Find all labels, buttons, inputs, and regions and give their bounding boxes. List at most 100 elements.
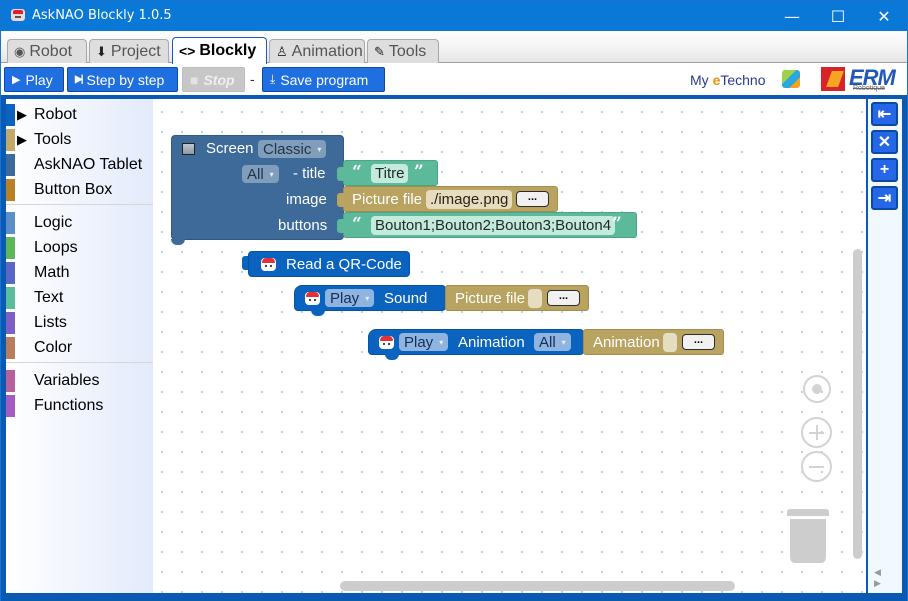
tab-bar: ◉ Robot ⬇ Project <> Blockly ♙ Animation… [1, 31, 907, 64]
maximize-button[interactable]: ☐ [815, 1, 861, 31]
side-scroll-arrows[interactable]: ◀ ▶ [874, 567, 902, 589]
tab-label: Animation [291, 42, 363, 60]
sound-action-dropdown[interactable]: Play ▾ [325, 289, 375, 307]
category-color-swatch [6, 287, 15, 309]
zoom-in-icon[interactable] [801, 417, 832, 448]
logo-text-my: My [690, 72, 713, 88]
screen-checkbox[interactable] [182, 143, 195, 155]
category-label: Color [34, 339, 73, 356]
browse-button[interactable]: ... [682, 334, 715, 350]
category-label: Lists [34, 314, 67, 331]
dropdown-value: Play [330, 289, 360, 307]
play-icon: ▶ [12, 74, 21, 86]
collapse-left-button[interactable]: ⇤ [871, 102, 898, 126]
screen-block[interactable]: Screen Classic ▾ All ▾ - title image but… [171, 135, 344, 240]
edit-icon: ✎ [374, 43, 385, 59]
chevron-down-icon: ▾ [561, 337, 566, 347]
zoom-out-icon[interactable] [801, 451, 832, 482]
animation-file-label: Animation [593, 334, 660, 351]
play-label: Play [25, 71, 53, 88]
category-label: Robot [34, 106, 77, 123]
sound-file-field[interactable] [528, 289, 542, 308]
stop-button[interactable]: ■ Stop [182, 67, 245, 92]
animation-file-field[interactable] [663, 333, 677, 352]
open-quote-icon: “ [352, 214, 362, 234]
save-icon: ⤓ [270, 72, 276, 86]
tab-label: Blockly [199, 42, 257, 59]
save-program-button[interactable]: ⤓ Save program [262, 67, 385, 92]
play-animation-block[interactable]: Play ▾ Animation All ▾ [368, 329, 584, 355]
trash-icon[interactable] [790, 519, 826, 563]
myetechno-cube-icon [782, 70, 800, 88]
toolbox-category-variables[interactable]: Variables [6, 370, 153, 392]
browse-button[interactable]: ... [547, 290, 580, 306]
collapse-left-icon: ⇤ [877, 106, 892, 123]
horizontal-scrollbar[interactable] [340, 581, 735, 591]
animation-label: Animation [458, 334, 525, 351]
play-button[interactable]: ▶ Play [4, 67, 64, 92]
toolbox-category-math[interactable]: Math [6, 262, 153, 284]
toolbox-category-loops[interactable]: Loops [6, 237, 153, 259]
title-text-field[interactable]: Titre [371, 164, 409, 183]
toolbox-category-tools[interactable]: ▶ Tools [6, 129, 153, 151]
toolbox-category-robot[interactable]: ▶ Robot [6, 104, 153, 126]
close-icon: ✕ [877, 134, 892, 151]
category-label: Functions [34, 397, 104, 414]
output-connector [337, 167, 344, 181]
dropdown-value: Classic [263, 140, 312, 158]
picture-file-label: Picture file [352, 191, 423, 208]
buttons-text-field[interactable]: Bouton1;Bouton2;Bouton3;Bouton4 [371, 216, 616, 235]
buttons-text-block[interactable]: “ Bouton1;Bouton2;Bouton3;Bouton4 ” [343, 212, 637, 238]
minimize-button[interactable]: — [769, 1, 815, 31]
animation-target-dropdown[interactable]: All ▾ [534, 333, 571, 351]
toolbox-category-asknao-tablet[interactable]: AskNAO Tablet [6, 154, 153, 176]
expand-right-button[interactable]: ⇥ [871, 186, 898, 210]
tab-animation[interactable]: ♙ Animation [269, 39, 365, 63]
close-button[interactable]: ✕ [861, 1, 907, 31]
delete-button[interactable]: ✕ [871, 130, 898, 154]
category-color-swatch [6, 179, 15, 201]
nao-robot-icon [379, 336, 394, 349]
close-quote-icon: ” [612, 214, 622, 234]
category-label: AskNAO Tablet [34, 156, 143, 173]
output-connector [337, 219, 344, 233]
expand-arrow-icon: ▶ [17, 107, 27, 122]
toolbox-category-text[interactable]: Text [6, 287, 153, 309]
animation-action-dropdown[interactable]: Play ▾ [399, 333, 449, 351]
tab-robot[interactable]: ◉ Robot [7, 39, 87, 63]
sound-file-block[interactable]: Picture file ... [445, 285, 589, 311]
title-text-block[interactable]: “ Titre ” [343, 160, 438, 186]
close-quote-icon: ” [414, 162, 424, 182]
tab-project[interactable]: ⬇ Project [89, 39, 169, 63]
play-sound-block[interactable]: Play ▾ Sound [294, 285, 446, 311]
qr-block-label: Read a QR-Code [286, 256, 402, 273]
tab-label: Robot [29, 42, 73, 60]
toolbox-category-lists[interactable]: Lists [6, 312, 153, 334]
nao-robot-icon [261, 258, 276, 271]
picture-file-block[interactable]: Picture file ./image.png ... [343, 186, 558, 212]
toolbox-category-logic[interactable]: Logic [6, 212, 153, 234]
category-color-swatch [6, 237, 15, 259]
category-label: Text [34, 289, 64, 306]
toolbox-category-functions[interactable]: Functions [6, 395, 153, 417]
toolbox-category-color[interactable]: Color [6, 337, 153, 359]
open-quote-icon: “ [352, 162, 362, 182]
erm-subtext: Robotique [853, 85, 885, 92]
stop-icon: ■ [190, 71, 199, 88]
screen-mode-dropdown[interactable]: Classic ▾ [258, 140, 327, 158]
tab-blockly[interactable]: <> Blockly [172, 37, 267, 64]
title-target-dropdown[interactable]: All ▾ [242, 165, 279, 183]
add-button[interactable]: + [871, 158, 898, 182]
animation-file-block[interactable]: Animation ... [583, 329, 724, 355]
blockly-workspace[interactable]: Screen Classic ▾ All ▾ - title image but… [153, 99, 866, 593]
recenter-icon[interactable] [803, 375, 831, 403]
chevron-down-icon: ▾ [365, 293, 370, 303]
category-color-swatch [6, 395, 15, 417]
image-path-field[interactable]: ./image.png [426, 190, 513, 209]
tab-tools[interactable]: ✎ Tools [367, 39, 439, 63]
vertical-scrollbar[interactable] [853, 249, 862, 559]
browse-button[interactable]: ... [516, 191, 549, 207]
step-button[interactable]: ▶| Step by step [67, 67, 178, 92]
toolbox-category-button-box[interactable]: Button Box [6, 179, 153, 201]
read-qr-code-block[interactable]: Read a QR-Code [248, 251, 410, 277]
